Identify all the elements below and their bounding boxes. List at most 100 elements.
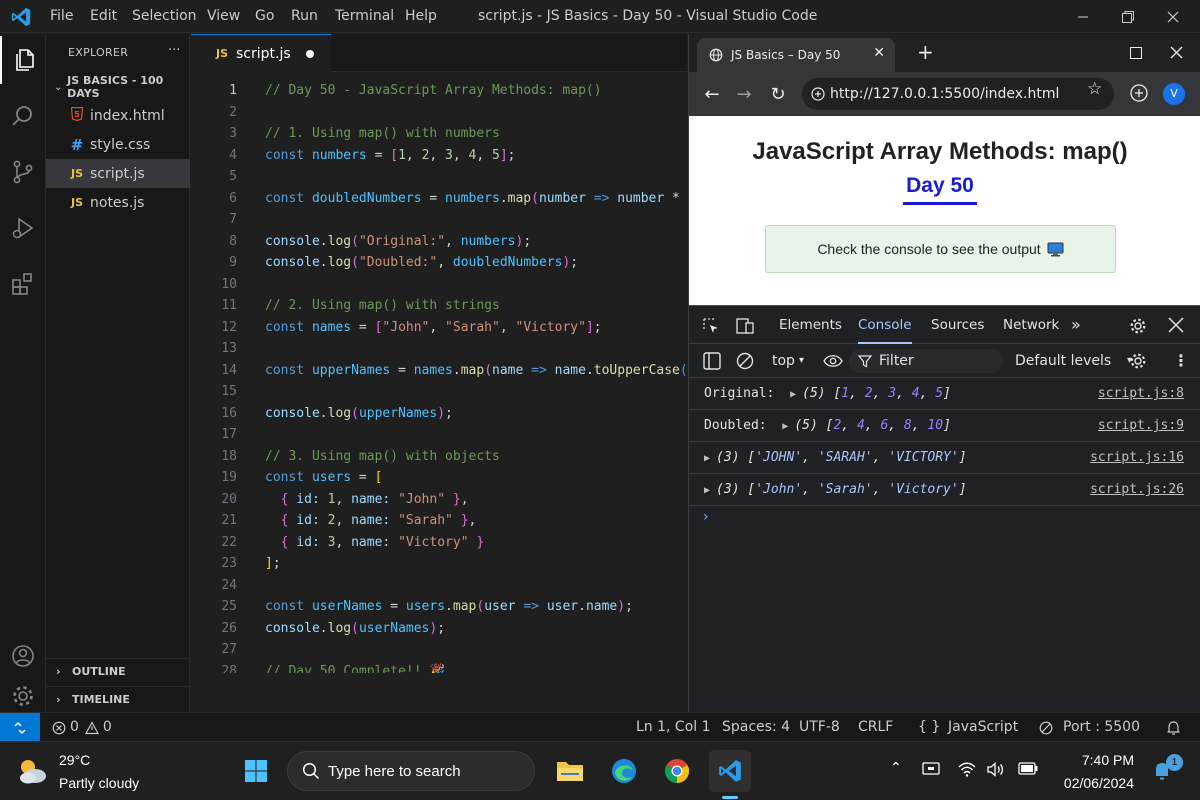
code-line[interactable]: 2 bbox=[191, 102, 687, 124]
context-selector[interactable]: top bbox=[772, 344, 795, 378]
file-script-js[interactable]: JS script.js bbox=[46, 159, 190, 188]
eye-icon[interactable] bbox=[823, 354, 843, 368]
encoding[interactable]: UTF-8 bbox=[799, 713, 840, 742]
code-line[interactable]: 1 // Day 50 - JavaScript Array Methods: m… bbox=[191, 80, 687, 102]
bell-icon[interactable] bbox=[1166, 720, 1181, 736]
weather-temperature[interactable]: 29°C bbox=[59, 752, 90, 768]
menu-view[interactable]: View bbox=[207, 0, 240, 33]
language-mode[interactable]: JavaScript bbox=[948, 713, 1018, 742]
settings-gear-icon[interactable] bbox=[1129, 317, 1147, 335]
inspect-element-icon[interactable] bbox=[702, 317, 720, 335]
back-arrow-icon[interactable]: ← bbox=[700, 82, 724, 106]
edge-app[interactable] bbox=[603, 750, 645, 792]
browser-tab[interactable]: JS Basics – Day 50 ✕ bbox=[697, 38, 895, 72]
console-log-row[interactable]: ▶ (3) ['John', 'Sarah', 'Victory'] script… bbox=[689, 474, 1200, 506]
code-line[interactable]: 24 bbox=[191, 575, 687, 597]
outline-section[interactable]: › OUTLINE bbox=[46, 658, 190, 684]
extensions-activity-button[interactable] bbox=[0, 260, 46, 308]
console-log-row[interactable]: ▶ (3) ['JOHN', 'SARAH', 'VICTORY'] script… bbox=[689, 442, 1200, 474]
menu-go[interactable]: Go bbox=[255, 0, 274, 33]
braces-icon[interactable]: { } bbox=[918, 713, 940, 742]
close-window-button[interactable] bbox=[1158, 0, 1188, 33]
code-line[interactable]: 3 // 1. Using map() with numbers bbox=[191, 123, 687, 145]
code-line[interactable]: 28 // Day 50 Complete!! 🎉 bbox=[191, 661, 687, 674]
code-line[interactable]: 18 // 3. Using map() with objects bbox=[191, 446, 687, 468]
forward-arrow-icon[interactable]: → bbox=[732, 82, 756, 106]
extensions-puzzle-icon[interactable] bbox=[1129, 83, 1149, 103]
code-line[interactable]: 27 bbox=[191, 639, 687, 661]
address-bar[interactable]: http://127.0.0.1:5500/index.html bbox=[802, 78, 1114, 110]
console-source-link[interactable]: script.js:26 bbox=[1090, 474, 1184, 506]
code-line[interactable]: 21 { id: 2, name: "Sarah" }, bbox=[191, 510, 687, 532]
menu-edit[interactable]: Edit bbox=[90, 0, 117, 33]
wifi-icon[interactable] bbox=[958, 762, 976, 777]
workspace-folder[interactable]: ⌄ JS BASICS - 100 DAYS bbox=[46, 74, 190, 100]
devtools-tab-network[interactable]: Network bbox=[1003, 306, 1059, 344]
live-server-port[interactable]: Port : 5500 bbox=[1039, 713, 1140, 742]
console-filter-input[interactable]: Filter bbox=[849, 349, 1003, 373]
remote-indicator-button[interactable] bbox=[0, 713, 40, 742]
tab-script-js[interactable]: JS script.js bbox=[191, 34, 331, 72]
minimize-button[interactable] bbox=[1068, 0, 1098, 33]
start-button[interactable] bbox=[235, 750, 277, 792]
close-devtools-icon[interactable] bbox=[1168, 317, 1184, 333]
unsaved-dot-icon[interactable] bbox=[306, 50, 314, 58]
code-line[interactable]: 22 { id: 3, name: "Victory" } bbox=[191, 532, 687, 554]
site-info-icon[interactable] bbox=[811, 87, 825, 101]
menu-terminal[interactable]: Terminal bbox=[335, 0, 394, 33]
code-line[interactable]: 16 console.log(upperNames); bbox=[191, 403, 687, 425]
more-options-icon[interactable]: ⋮ bbox=[1173, 344, 1189, 378]
bookmark-star-icon[interactable]: ☆ bbox=[1087, 79, 1102, 99]
timeline-section[interactable]: › TIMELINE bbox=[46, 686, 190, 712]
console-source-link[interactable]: script.js:16 bbox=[1090, 442, 1184, 474]
close-tab-icon[interactable]: ✕ bbox=[873, 45, 885, 61]
code-editor[interactable]: 1 // Day 50 - JavaScript Array Methods: m… bbox=[191, 73, 687, 673]
maximize-button[interactable] bbox=[1113, 0, 1143, 33]
more-tabs-button[interactable]: » bbox=[1071, 306, 1081, 344]
vscode-app[interactable] bbox=[709, 750, 751, 792]
new-tab-button[interactable]: + bbox=[917, 40, 934, 64]
clear-console-icon[interactable] bbox=[736, 352, 754, 370]
code-line[interactable]: 9 console.log("Doubled:", doubledNumbers)… bbox=[191, 252, 687, 274]
battery-icon[interactable] bbox=[1018, 762, 1038, 775]
explorer-more-button[interactable]: ··· bbox=[168, 43, 180, 58]
code-line[interactable]: 25 const userNames = users.map(user => us… bbox=[191, 596, 687, 618]
code-line[interactable]: 11 // 2. Using map() with strings bbox=[191, 295, 687, 317]
search-activity-button[interactable] bbox=[0, 92, 46, 140]
file-notes-js[interactable]: JS notes.js bbox=[46, 188, 190, 217]
console-log-row[interactable]: Doubled: ▶ (5) [2, 4, 6, 8, 10] script.js… bbox=[689, 410, 1200, 442]
menu-selection[interactable]: Selection bbox=[132, 0, 197, 33]
code-line[interactable]: 5 bbox=[191, 166, 687, 188]
code-line[interactable]: 12 const names = ["John", "Sarah", "Victo… bbox=[191, 317, 687, 339]
code-line[interactable]: 19 const users = [ bbox=[191, 467, 687, 489]
menu-run[interactable]: Run bbox=[291, 0, 318, 33]
code-line[interactable]: 8 console.log("Original:", numbers); bbox=[191, 231, 687, 253]
line-ending[interactable]: CRLF bbox=[858, 713, 893, 742]
cursor-position[interactable]: Ln 1, Col 1 bbox=[636, 713, 711, 742]
vscode-logo-icon[interactable] bbox=[10, 6, 32, 28]
devtools-tab-sources[interactable]: Sources bbox=[931, 306, 984, 344]
chat-icon[interactable] bbox=[922, 762, 940, 778]
code-line[interactable]: 7 bbox=[191, 209, 687, 231]
code-line[interactable]: 13 bbox=[191, 338, 687, 360]
code-line[interactable]: 15 bbox=[191, 381, 687, 403]
source-control-activity-button[interactable] bbox=[0, 148, 46, 196]
chrome-app[interactable] bbox=[656, 750, 698, 792]
menu-file[interactable]: File bbox=[50, 0, 73, 33]
partly-cloudy-weather-icon[interactable] bbox=[15, 756, 49, 786]
explorer-activity-button[interactable] bbox=[0, 36, 46, 84]
weather-description[interactable]: Partly cloudy bbox=[59, 775, 139, 791]
code-line[interactable]: 23]; bbox=[191, 553, 687, 575]
browser-close-button[interactable] bbox=[1161, 36, 1191, 69]
reload-icon[interactable]: ↻ bbox=[766, 82, 790, 106]
console-source-link[interactable]: script.js:8 bbox=[1098, 378, 1184, 410]
console-log-row[interactable]: Original: ▶ (5) [1, 2, 3, 4, 5] script.js… bbox=[689, 378, 1200, 410]
profile-avatar[interactable]: V bbox=[1163, 83, 1185, 105]
log-levels-dropdown[interactable]: Default levels bbox=[1015, 344, 1111, 378]
device-toolbar-icon[interactable] bbox=[736, 317, 754, 335]
console-prompt[interactable]: › bbox=[703, 509, 709, 525]
devtools-tab-elements[interactable]: Elements bbox=[779, 306, 842, 344]
browser-maximize-button[interactable] bbox=[1121, 36, 1151, 69]
devtools-tab-console[interactable]: Console bbox=[858, 306, 912, 344]
indentation[interactable]: Spaces: 4 bbox=[722, 713, 790, 742]
